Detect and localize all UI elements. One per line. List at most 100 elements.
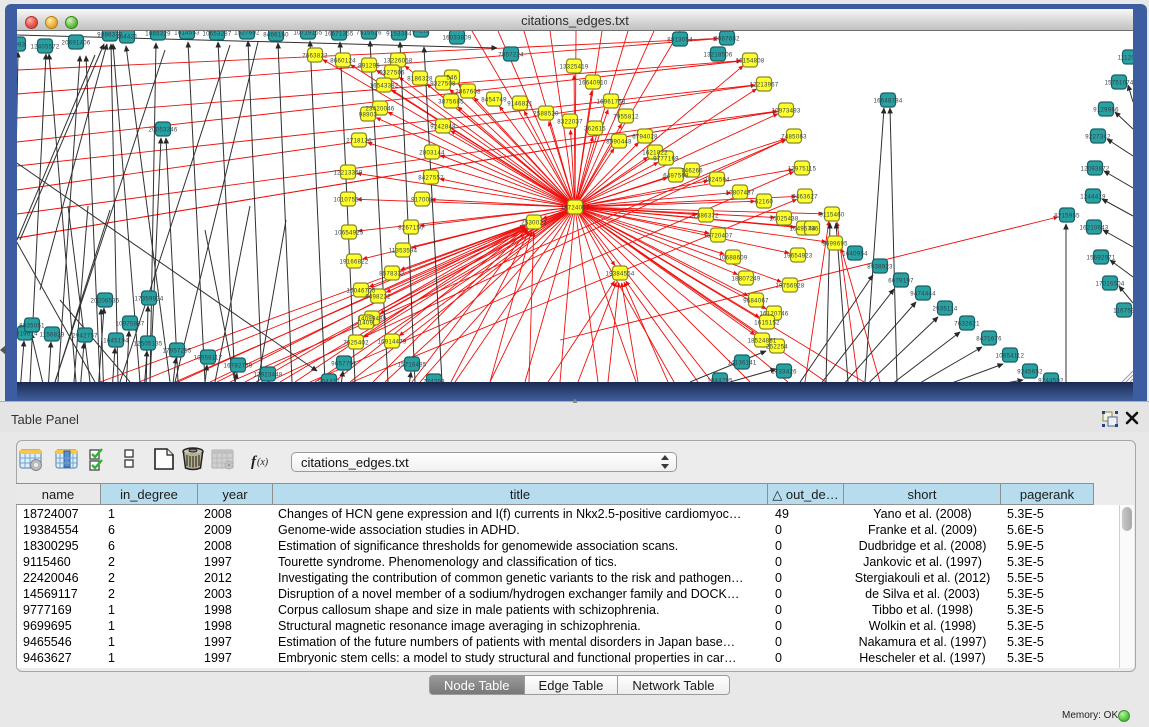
svg-text:746266: 746266	[681, 169, 703, 175]
svg-text:6498222: 6498222	[365, 295, 391, 301]
svg-text:8454749: 8454749	[481, 98, 507, 104]
svg-text:16961758: 16961758	[596, 100, 625, 106]
svg-text:15720407: 15720407	[703, 234, 732, 240]
svg-text:8427552: 8427552	[418, 176, 444, 182]
svg-text:12213967: 12213967	[749, 83, 778, 89]
svg-text:62160: 62160	[755, 200, 774, 206]
svg-text:7857224: 7857224	[498, 53, 524, 59]
svg-text:1645194: 1645194	[103, 339, 129, 345]
svg-text:1065329: 1065329	[145, 32, 171, 38]
svg-text:764421: 764421	[116, 35, 138, 41]
svg-text:2588520: 2588520	[533, 112, 559, 118]
svg-text:3919014: 3919014	[17, 332, 38, 338]
svg-text:16782759: 16782759	[223, 364, 252, 370]
svg-text:10973493: 10973493	[771, 109, 800, 115]
svg-text:10975887: 10975887	[115, 322, 144, 328]
svg-text:9146821: 9146821	[507, 102, 533, 108]
svg-text:8938923: 8938923	[867, 265, 893, 271]
svg-text:12923448: 12923448	[253, 373, 282, 379]
svg-text:19654923: 19654923	[783, 254, 812, 260]
svg-text:7955812: 7955812	[613, 115, 639, 121]
svg-text:252254: 252254	[766, 345, 788, 351]
svg-text:98903: 98903	[359, 113, 378, 119]
svg-text:8990448: 8990448	[606, 140, 632, 146]
svg-text:12975115: 12975115	[788, 167, 817, 173]
svg-text:1527602: 1527602	[234, 31, 260, 37]
svg-text:8813054: 8813054	[667, 38, 693, 44]
svg-text:1014553: 1014553	[174, 31, 200, 37]
svg-text:87211: 87211	[412, 31, 430, 35]
svg-text:2867608: 2867608	[455, 90, 481, 96]
svg-text:12405572: 12405572	[30, 45, 59, 51]
svg-text:7515526: 7515526	[356, 31, 382, 37]
svg-text:16671355: 16671355	[324, 32, 353, 38]
svg-text:2803144: 2803144	[419, 151, 445, 157]
svg-text:16210643: 16210643	[1079, 226, 1108, 232]
svg-text:8466160: 8466160	[263, 33, 289, 39]
svg-text:2087682: 2087682	[714, 37, 740, 43]
svg-text:16914479: 16914479	[377, 340, 406, 346]
svg-text:44: 44	[808, 227, 816, 233]
svg-text:7632621: 7632621	[954, 322, 980, 328]
svg-text:2530023: 2530023	[521, 221, 547, 227]
svg-text:10719155: 10719155	[293, 31, 322, 37]
svg-text:10654925: 10654925	[334, 231, 363, 237]
svg-text:9245652: 9245652	[1017, 370, 1043, 376]
svg-text:14136141: 14136141	[727, 361, 756, 367]
svg-text:13325419: 13325419	[559, 65, 588, 71]
svg-text:17957255: 17957255	[162, 349, 191, 355]
svg-text:7663822: 7663822	[302, 54, 328, 60]
svg-text:12505135: 12505135	[133, 342, 162, 348]
svg-text:2718126: 2718126	[346, 139, 372, 145]
svg-text:917004: 917004	[411, 198, 433, 204]
svg-text:9129966: 9129966	[1093, 108, 1119, 114]
svg-text:20691406: 20691406	[61, 41, 90, 47]
svg-text:8186328: 8186328	[407, 77, 433, 83]
svg-text:18807249: 18807249	[731, 277, 760, 283]
svg-text:8322037: 8322037	[557, 120, 583, 126]
svg-text:16154808: 16154808	[735, 59, 764, 65]
svg-text:9474444: 9474444	[910, 292, 936, 298]
svg-text:1409: 1409	[359, 321, 374, 327]
svg-text:10107554: 10107554	[333, 198, 362, 204]
svg-text:9777169: 9777169	[653, 157, 679, 163]
svg-text:13218506: 13218506	[703, 53, 732, 59]
svg-text:20053346: 20053346	[148, 128, 177, 134]
svg-text:1112043: 1112043	[1118, 56, 1133, 62]
svg-text:12213369: 12213369	[333, 171, 362, 177]
svg-text:8215955: 8215955	[1054, 214, 1080, 220]
svg-text:9153384: 9153384	[386, 32, 412, 38]
svg-text:1640954: 1640954	[842, 252, 868, 258]
svg-text:891295: 891295	[358, 64, 380, 70]
svg-text:7625402: 7625402	[343, 341, 369, 347]
svg-text:9699695: 9699695	[822, 242, 848, 248]
svg-text:10688609: 10688609	[718, 256, 747, 262]
svg-text:18724007: 18724007	[560, 206, 589, 212]
svg-text:8471676: 8471676	[976, 337, 1002, 343]
svg-text:19166822: 19166822	[339, 260, 368, 266]
svg-text:6679197: 6679197	[888, 279, 914, 285]
svg-text:1244419: 1244419	[1080, 195, 1106, 201]
svg-text:16543382: 16543382	[369, 84, 398, 90]
svg-text:1093: 1093	[17, 43, 26, 49]
svg-text:8267150: 8267150	[398, 226, 424, 232]
svg-text:17359924: 17359924	[134, 297, 163, 303]
svg-text:10025438: 10025438	[769, 217, 798, 223]
svg-text:8578332: 8578332	[379, 272, 405, 278]
svg-text:19756928: 19756928	[775, 284, 804, 290]
svg-text:15751074: 15751074	[1104, 81, 1133, 87]
svg-text:20206535: 20206535	[90, 299, 119, 305]
svg-text:9657791: 9657791	[331, 362, 357, 368]
svg-text:16033809: 16033809	[442, 36, 471, 42]
svg-text:2935114: 2935114	[932, 307, 957, 313]
svg-text:7886372: 7886372	[693, 214, 719, 220]
svg-text:19384554: 19384554	[605, 272, 634, 278]
svg-text:362615: 362615	[584, 127, 606, 133]
svg-text:15716485: 15716485	[397, 363, 426, 369]
svg-text:9684067: 9684067	[743, 299, 769, 305]
svg-text:10807487: 10807487	[725, 191, 754, 197]
svg-text:7485063: 7485063	[781, 135, 807, 141]
svg-text:13226058: 13226058	[383, 59, 412, 65]
svg-text:10654112: 10654112	[996, 354, 1025, 360]
svg-text:9327506: 9327506	[379, 71, 405, 77]
